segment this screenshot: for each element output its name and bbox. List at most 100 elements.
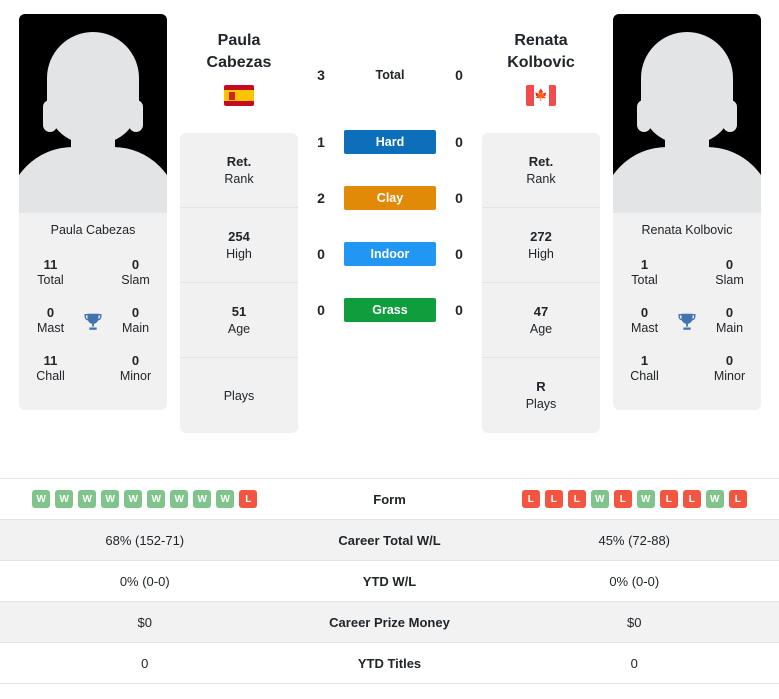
h2h-row-total: 3 Total 0 xyxy=(298,58,482,92)
right-titles-total-value: 1 xyxy=(640,257,649,272)
h2h-row-clay: 2 Clay 0 xyxy=(298,170,482,226)
right-titles-mast: 0 Mast xyxy=(619,298,670,346)
left-titles-chall-value: 11 xyxy=(43,352,58,368)
table-row-career-prize-money: $0 Career Prize Money $0 xyxy=(0,602,779,643)
left-titles-total-label: Total xyxy=(37,273,64,288)
right-career-prize-money: $0 xyxy=(627,614,642,630)
right-player-titles-grid: 1 Total 0 Slam 0 Mast 0 Main 1 Chall 0 M… xyxy=(613,250,761,410)
left-form-badge-9[interactable]: L xyxy=(239,490,258,508)
h2h-row-grass: 0 Grass 0 xyxy=(298,282,482,338)
right-player-photo xyxy=(613,14,761,213)
right-player-name-line1: Renata xyxy=(514,32,568,49)
right-stat-age-value: 47 xyxy=(533,303,549,319)
right-titles-slam: 0 Slam xyxy=(704,250,755,298)
left-ytd-titles: 0 xyxy=(141,655,149,671)
left-stat-high: 254 High xyxy=(180,208,298,284)
h2h-row-indoor: 0 Indoor 0 xyxy=(298,226,482,282)
right-form-badge-7[interactable]: L xyxy=(682,490,701,508)
right-stat-high: 272 High xyxy=(482,208,600,284)
left-career-total-wl: 68% (152-71) xyxy=(105,532,185,548)
h2h-indoor-right-value: 0 xyxy=(455,246,463,262)
left-form-badge-8[interactable]: W xyxy=(216,490,235,508)
table-row-career-total-wl: 68% (152-71) Career Total W/L 45% (72-88… xyxy=(0,520,779,561)
right-titles-main: 0 Main xyxy=(704,298,755,346)
left-titles-minor-label: Minor xyxy=(119,369,152,383)
trophy-icon xyxy=(84,313,102,330)
left-player-info-column: Paula Cabezas Ret. Rank 254 High 51 Age xyxy=(167,0,298,434)
left-stat-rank-value: Ret. xyxy=(226,153,252,169)
right-titles-mast-label: Mast xyxy=(630,321,659,336)
career-total-wl-label: Career Total W/L xyxy=(338,532,441,548)
right-form-badge-1[interactable]: L xyxy=(544,490,563,508)
right-form-badge-2[interactable]: L xyxy=(567,490,586,508)
right-player-info-column: Renata Kolbovic 🍁 Ret. Rank 272 High 47 … xyxy=(482,0,613,434)
table-row-ytd-titles: 0 YTD Titles 0 xyxy=(0,643,779,684)
left-form-badge-2[interactable]: W xyxy=(78,490,97,508)
player-comparison-area: Paula Cabezas 11 Total 0 Slam 0 Mast 0 M… xyxy=(0,0,779,478)
h2h-clay-right-value: 0 xyxy=(455,190,463,206)
left-stat-age-value: 51 xyxy=(231,303,247,319)
right-titles-main-value: 0 xyxy=(725,304,734,320)
surface-badge-grass[interactable]: Grass xyxy=(344,298,436,322)
left-form-badge-5[interactable]: W xyxy=(147,490,166,508)
right-stat-plays-value: R xyxy=(536,379,546,395)
left-form-badge-6[interactable]: W xyxy=(170,490,189,508)
ytd-titles-label: YTD Titles xyxy=(357,655,422,671)
surface-badge-clay[interactable]: Clay xyxy=(344,186,436,210)
left-stat-plays-label: Plays xyxy=(223,388,255,403)
right-stat-age-label: Age xyxy=(529,321,553,336)
left-titles-slam: 0 Slam xyxy=(110,250,161,298)
surface-badge-indoor[interactable]: Indoor xyxy=(344,242,436,266)
left-titles-total: 11 Total xyxy=(25,250,76,298)
left-stat-age-label: Age xyxy=(227,321,251,336)
left-form-badge-7[interactable]: W xyxy=(193,490,212,508)
right-stat-rank: Ret. Rank xyxy=(482,133,600,209)
left-form-badge-1[interactable]: W xyxy=(55,490,74,508)
right-form-badge-6[interactable]: L xyxy=(659,490,678,508)
surface-badge-hard[interactable]: Hard xyxy=(344,130,436,154)
right-titles-total-label: Total xyxy=(631,273,658,288)
titles-spacer-bottom xyxy=(670,362,704,378)
right-titles-chall-value: 1 xyxy=(640,352,649,368)
left-career-prize-money: $0 xyxy=(137,614,152,630)
right-player-photo-card[interactable]: Renata Kolbovic 1 Total 0 Slam 0 Mast 0 … xyxy=(613,14,761,410)
right-stat-age: 47 Age xyxy=(482,283,600,359)
silhouette-ear-left xyxy=(43,100,57,132)
spain-flag-icon xyxy=(224,85,254,107)
left-titles-total-value: 11 xyxy=(43,257,58,272)
silhouette-ear-right xyxy=(129,100,143,132)
ytd-wl-label: YTD W/L xyxy=(362,573,417,589)
left-titles-slam-value: 0 xyxy=(131,257,140,272)
right-form-badge-5[interactable]: W xyxy=(636,490,655,508)
form-row-label: Form xyxy=(373,491,406,507)
career-prize-money-label: Career Prize Money xyxy=(329,614,450,630)
right-stat-high-label: High xyxy=(528,246,554,261)
left-player-photo-card[interactable]: Paula Cabezas 11 Total 0 Slam 0 Mast 0 M… xyxy=(19,14,167,410)
right-titles-minor: 0 Minor xyxy=(704,346,755,394)
left-form-badge-3[interactable]: W xyxy=(101,490,120,508)
left-player-stat-strip: Ret. Rank 254 High 51 Age Plays xyxy=(180,133,298,434)
right-form-badge-4[interactable]: L xyxy=(613,490,632,508)
left-form-badge-4[interactable]: W xyxy=(124,490,143,508)
right-player-form-badges: LLLWLWLLWL xyxy=(490,490,779,508)
h2h-total-label: Total xyxy=(375,68,405,82)
right-form-badge-8[interactable]: W xyxy=(705,490,724,508)
right-titles-minor-value: 0 xyxy=(725,352,734,368)
right-titles-total: 1 Total xyxy=(619,250,670,298)
right-player-name-block: Renata Kolbovic 🍁 xyxy=(482,0,600,107)
titles-spacer-top xyxy=(670,266,704,282)
left-titles-main-label: Main xyxy=(121,321,150,336)
right-stat-rank-value: Ret. xyxy=(528,153,554,169)
left-form-badge-0[interactable]: W xyxy=(32,490,51,508)
right-titles-chall: 1 Chall xyxy=(619,346,670,394)
left-stat-rank: Ret. Rank xyxy=(180,133,298,209)
right-form-badge-0[interactable]: L xyxy=(521,490,540,508)
left-player-titles-grid: 11 Total 0 Slam 0 Mast 0 Main 11 Chall 0… xyxy=(19,250,167,410)
trophy-icon xyxy=(678,313,696,330)
right-form-badge-9[interactable]: L xyxy=(728,490,747,508)
left-stat-plays: Plays xyxy=(180,358,298,433)
left-ytd-wl: 0% (0-0) xyxy=(119,573,170,589)
right-form-badge-3[interactable]: W xyxy=(590,490,609,508)
h2h-total-left-value: 3 xyxy=(317,67,325,83)
right-titles-chall-label: Chall xyxy=(630,369,659,383)
